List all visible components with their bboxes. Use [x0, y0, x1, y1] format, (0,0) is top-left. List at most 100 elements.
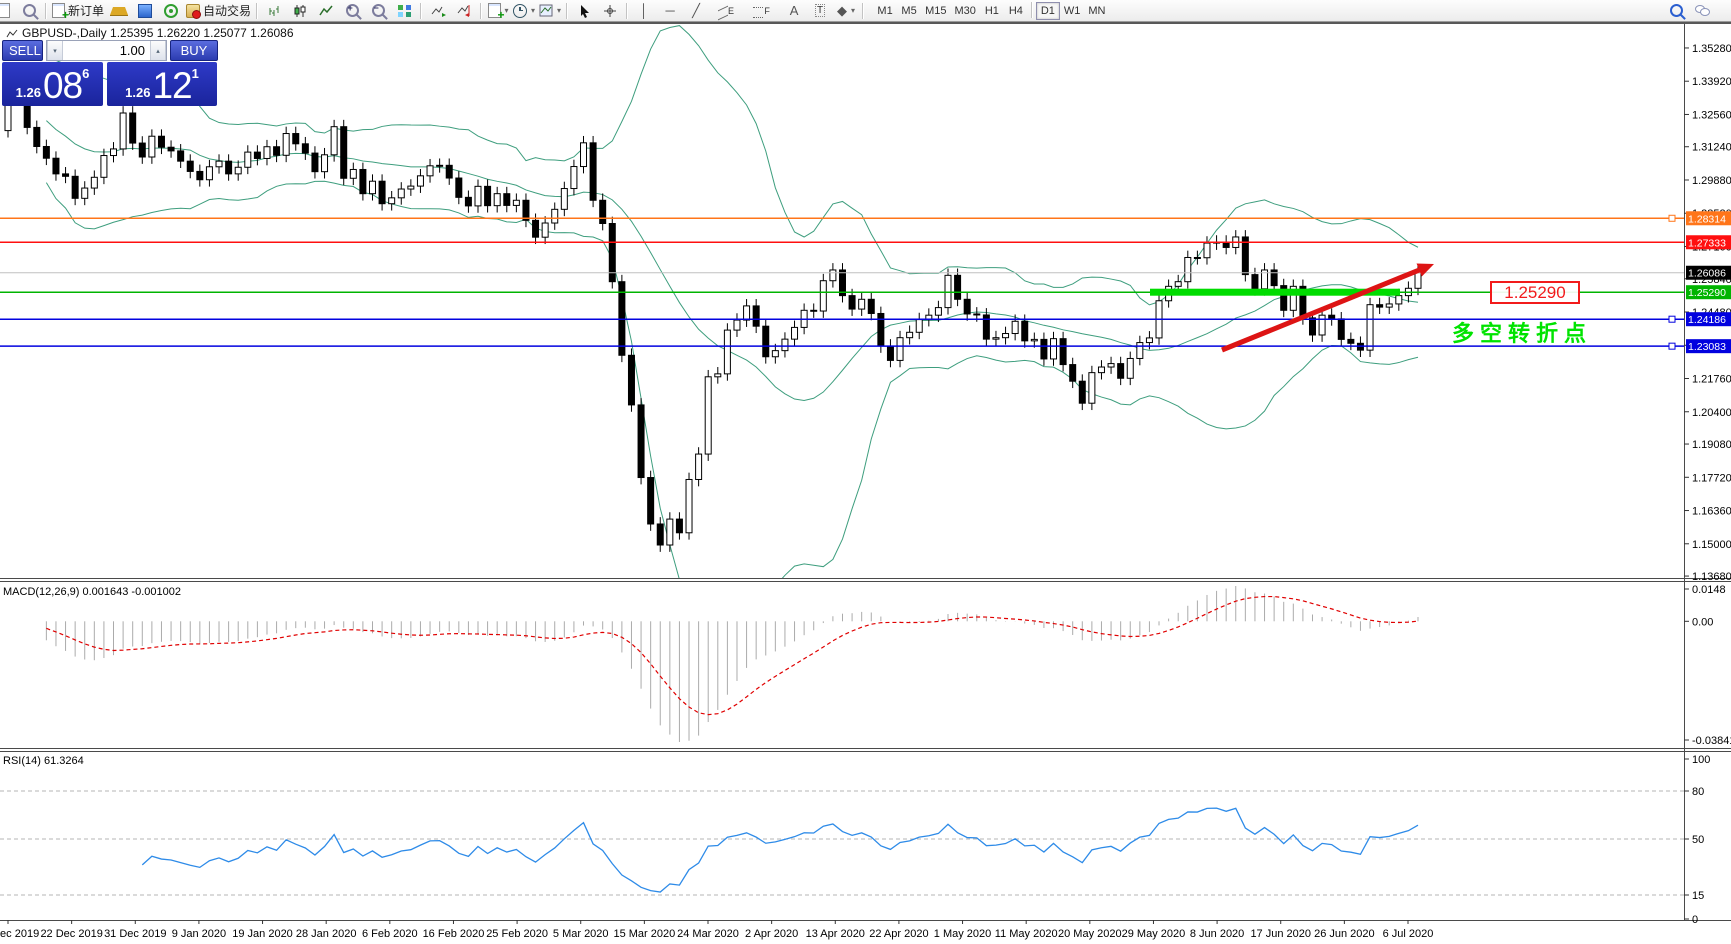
candle-body [1069, 364, 1077, 382]
sell-price-display[interactable]: 1.26 08 6 [2, 62, 103, 106]
candle-body [359, 168, 367, 195]
sell-button[interactable]: SELL [2, 40, 43, 61]
channel-tool[interactable]: E [709, 1, 745, 21]
turning-point-annotation[interactable]: 多空转折点 [1452, 316, 1592, 348]
zoom-out-icon: − [371, 3, 385, 17]
line-chart-button[interactable] [313, 1, 339, 21]
candle-body [157, 135, 165, 148]
text-tool[interactable]: A [781, 1, 807, 21]
text-label-tool[interactable]: T [807, 1, 833, 21]
timeframe-H4[interactable]: H4 [1004, 2, 1028, 20]
auto-scroll-button[interactable] [425, 1, 451, 21]
trendline-icon: ╱ [692, 3, 700, 18]
tile-windows-icon [397, 4, 411, 17]
price-tick-label: 1.32560 [1692, 109, 1731, 121]
candle-body [867, 298, 875, 314]
timeframe-M5[interactable]: M5 [897, 2, 921, 20]
candle-body [743, 305, 751, 321]
rsi-tick-label: 15 [1692, 890, 1704, 902]
buy-button[interactable]: BUY [170, 40, 218, 61]
candle-body [1318, 314, 1326, 336]
candle-body [1251, 274, 1259, 290]
timeframe-M1[interactable]: M1 [873, 2, 897, 20]
search-button[interactable] [1663, 1, 1689, 21]
svg-text:1.23083: 1.23083 [1688, 341, 1726, 353]
depth-of-market-button[interactable] [132, 1, 158, 21]
candle-body [829, 269, 837, 282]
line-handle[interactable] [1668, 315, 1676, 323]
buy-price-display[interactable]: 1.26 12 1 [107, 62, 217, 106]
price-callout-label[interactable]: 1.25290 [1490, 281, 1580, 304]
candle-body [368, 180, 376, 195]
date-label: 13 Apr 2020 [806, 928, 865, 940]
market-radar-button[interactable] [158, 1, 184, 21]
price-chart-canvas[interactable]: 1.352801.339201.325601.312401.298801.285… [0, 24, 1731, 944]
date-label: 31 Dec 2019 [104, 928, 166, 940]
date-label: 1 May 2020 [934, 928, 991, 940]
volume-spinner[interactable]: ▾ 1.00 ▴ [46, 40, 167, 61]
new-order-icon [52, 3, 69, 22]
zoom-out-button[interactable]: − [365, 1, 391, 21]
rsi-tick-label: 100 [1692, 754, 1710, 766]
zoom-in-button[interactable]: + [339, 1, 365, 21]
candlesticks [4, 68, 1422, 552]
fibonacci-tool[interactable]: F [745, 1, 781, 21]
periods-button[interactable]: ▾ [511, 1, 537, 21]
volume-value[interactable]: 1.00 [63, 41, 150, 60]
candlestick-button[interactable] [287, 1, 313, 21]
candle-body [723, 329, 731, 375]
timeframe-M30[interactable]: M30 [950, 2, 979, 20]
tile-windows-button[interactable] [391, 1, 417, 21]
volume-decrease-button[interactable]: ▾ [47, 41, 63, 60]
candle-body [503, 193, 511, 206]
indicators-button[interactable]: ▾ [485, 1, 511, 22]
price-tick-label: 1.35280 [1692, 43, 1731, 55]
candle-body [819, 280, 827, 312]
crosshair-tool-button[interactable] [597, 1, 623, 21]
candle-body [292, 133, 300, 145]
candle-body [445, 164, 453, 179]
bar-chart-icon [269, 5, 279, 16]
chart-window-icon[interactable] [0, 1, 16, 21]
candle-body [810, 309, 818, 312]
volume-increase-button[interactable]: ▴ [150, 41, 166, 60]
vertical-line-tool[interactable]: │ [631, 1, 657, 21]
timeframe-H1[interactable]: H1 [980, 2, 1004, 20]
toolbar-separator [420, 2, 423, 19]
candle-body [1414, 272, 1422, 289]
templates-button[interactable]: ▾ [537, 1, 563, 21]
candle-body [915, 319, 923, 333]
gold-button[interactable] [106, 1, 132, 21]
timeframe-MN[interactable]: MN [1084, 2, 1109, 20]
candle-body [886, 345, 894, 361]
toolbar-separator [626, 2, 629, 19]
chat-button[interactable] [1689, 1, 1715, 21]
candle-body [349, 168, 357, 179]
timeframe-D1[interactable]: D1 [1035, 1, 1060, 20]
search-icon [1669, 4, 1683, 17]
toolbar-separator [480, 2, 483, 19]
cursor-tool-button[interactable] [571, 1, 597, 21]
trendline-tool[interactable]: ╱ [683, 1, 709, 21]
macd-label: MACD(12,26,9) 0.001643 -0.001002 [3, 586, 181, 598]
chart-shift-button[interactable] [451, 1, 477, 21]
horizontal-line-tool[interactable]: ─ [657, 1, 683, 21]
autotrade-button[interactable]: 自动交易 [184, 1, 253, 21]
print-preview-button[interactable] [16, 1, 42, 21]
price-tick-label: 1.33920 [1692, 76, 1731, 88]
line-handle[interactable] [1668, 342, 1676, 350]
candle-body [896, 337, 904, 361]
arrows-tool[interactable]: ◆ ▾ [833, 1, 859, 21]
bar-chart-button[interactable] [261, 1, 287, 21]
timeframe-W1[interactable]: W1 [1060, 2, 1085, 20]
candle-body [436, 164, 444, 167]
candle-body [1328, 314, 1336, 320]
text-label-icon: T [815, 4, 826, 17]
date-label: 8 Jun 2020 [1190, 928, 1244, 940]
candle-body [627, 354, 635, 406]
chart-shift-icon [457, 5, 470, 17]
line-handle[interactable] [1668, 214, 1676, 222]
candle-body [167, 146, 175, 152]
new-order-button[interactable]: 新订单 [50, 1, 106, 22]
timeframe-M15[interactable]: M15 [921, 2, 950, 20]
